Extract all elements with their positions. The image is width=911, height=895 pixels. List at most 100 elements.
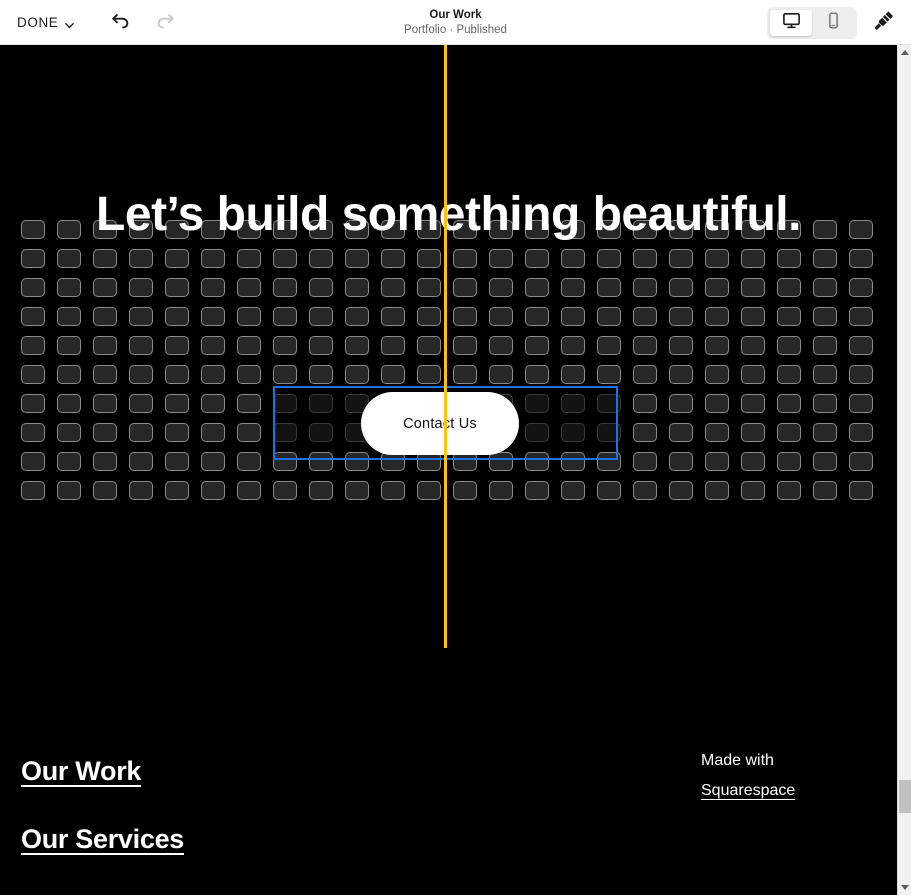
grid-tile [705,394,729,413]
page-title: Our Work [429,8,482,21]
footer-link-our-services[interactable]: Our Services [21,823,184,855]
grid-tile [381,481,405,500]
toolbar-right-group [767,0,901,45]
grid-tile [21,307,45,326]
grid-tile [21,249,45,268]
grid-tile [813,336,837,355]
grid-tile [93,278,117,297]
scroll-down-arrow-icon[interactable] [898,880,911,895]
grid-tile [237,249,261,268]
grid-tile [777,249,801,268]
site-editor-window: DONE Our Work Portfolio · Published Let’… [0,0,911,895]
grid-tile [741,394,765,413]
grid-tile [21,394,45,413]
site-styles-button[interactable] [867,6,901,40]
grid-tile [813,394,837,413]
grid-tile [309,336,333,355]
grid-tile [57,307,81,326]
grid-tile [309,365,333,384]
scroll-up-arrow-icon[interactable] [898,45,911,60]
grid-tile [273,278,297,297]
grid-tile [453,307,477,326]
grid-tile [633,394,657,413]
grid-tile [345,249,369,268]
grid-tile [849,278,873,297]
grid-tile [813,307,837,326]
device-mobile-button[interactable] [812,10,854,36]
site-preview-canvas[interactable]: Let’s build something beautiful. Contact… [0,45,897,895]
grid-tile [165,249,189,268]
scrollbar-thumb[interactable] [899,780,911,813]
grid-tile [669,452,693,471]
grid-tile [21,336,45,355]
grid-tile [849,481,873,500]
device-preview-toggle [767,6,857,39]
grid-tile [453,336,477,355]
footer-link-our-work[interactable]: Our Work [21,755,141,787]
squarespace-link[interactable]: Squarespace [701,780,795,802]
device-desktop-button[interactable] [770,9,812,36]
grid-tile [381,278,405,297]
grid-tile [597,365,621,384]
grid-tile [741,307,765,326]
grid-tile [705,307,729,326]
grid-tile [669,249,693,268]
grid-tile [669,307,693,326]
grid-tile [201,481,225,500]
grid-tile [93,452,117,471]
grid-tile [345,336,369,355]
redo-button[interactable] [145,2,185,42]
grid-tile [93,307,117,326]
vertical-alignment-guide [444,45,447,648]
grid-tile [525,336,549,355]
done-button-label: DONE [17,14,59,30]
contact-us-button[interactable]: Contact Us [361,392,519,455]
grid-tile [129,336,153,355]
grid-tile [57,481,81,500]
grid-tile [741,423,765,442]
grid-tile [417,278,441,297]
desktop-monitor-icon [782,11,801,35]
grid-tile [633,365,657,384]
grid-tile [741,481,765,500]
grid-tile [633,278,657,297]
grid-tile [57,394,81,413]
grid-tile [417,307,441,326]
grid-tile [165,423,189,442]
grid-tile [201,365,225,384]
grid-tile [129,365,153,384]
grid-tile [93,394,117,413]
grid-tile [237,365,261,384]
grid-tile [345,365,369,384]
grid-tile [525,278,549,297]
grid-tile [561,249,585,268]
grid-tile [273,365,297,384]
grid-tile [273,481,297,500]
grid-tile [165,307,189,326]
grid-tile [129,278,153,297]
footer-link-company[interactable]: Company [21,891,142,895]
grid-tile [57,423,81,442]
grid-tile [669,336,693,355]
grid-tile [273,307,297,326]
grid-tile [561,336,585,355]
grid-tile [525,481,549,500]
done-button[interactable]: DONE [13,10,79,35]
grid-tile [21,481,45,500]
grid-tile [633,307,657,326]
grid-tile [21,365,45,384]
grid-tile [669,278,693,297]
grid-tile [669,365,693,384]
grid-tile [165,481,189,500]
grid-tile [201,307,225,326]
contact-us-button-label: Contact Us [403,415,477,432]
arrow-down-glyph [901,885,909,890]
grid-tile [237,336,261,355]
grid-tile [381,365,405,384]
undo-button[interactable] [101,2,141,42]
page-subtitle: Portfolio · Published [404,23,507,36]
grid-tile [57,249,81,268]
vertical-scrollbar[interactable] [897,45,911,895]
grid-tile [849,452,873,471]
grid-tile [633,249,657,268]
